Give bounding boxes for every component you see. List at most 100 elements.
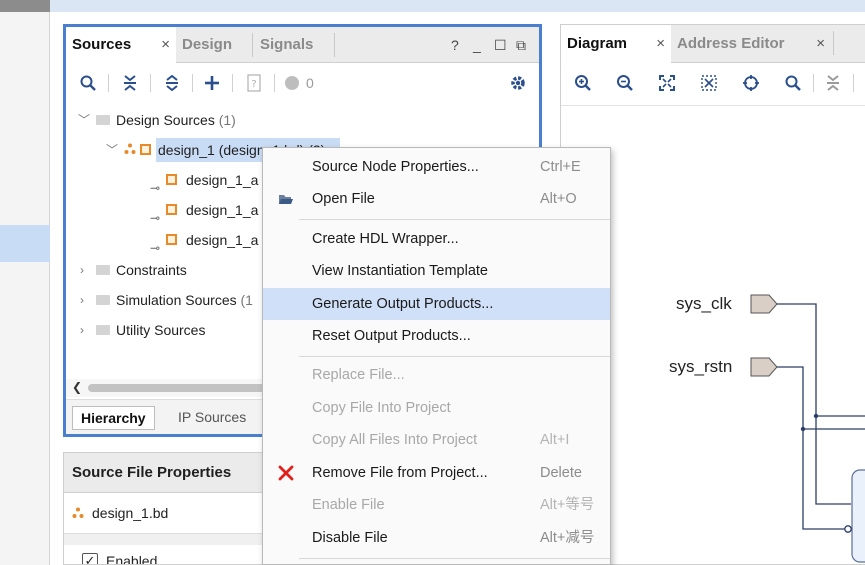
collapse-all-icon[interactable] xyxy=(821,71,845,95)
center-icon[interactable] xyxy=(739,71,763,95)
zoom-in-icon[interactable] xyxy=(571,71,595,95)
scroll-left-icon[interactable]: ❮ xyxy=(72,380,82,394)
tab-signals[interactable]: Signals xyxy=(254,27,334,63)
menu-item-label: Copy All Files Into Project xyxy=(312,432,478,448)
ip-icon xyxy=(166,234,177,245)
menu-item-copy-file-into-project[interactable]: Copy File Into Project xyxy=(263,392,610,424)
sidebar-selected-item[interactable] xyxy=(0,225,50,262)
ip-icon xyxy=(166,174,177,185)
tab-hierarchy[interactable]: Hierarchy xyxy=(72,406,155,430)
menu-item-generate-output-products[interactable]: Generate Output Products... xyxy=(263,288,610,320)
context-menu: Source Node Properties... Ctrl+E Open Fi… xyxy=(262,147,611,565)
tree-label: design_1_a xyxy=(186,202,259,218)
expand-all-icon[interactable] xyxy=(160,71,184,95)
tree-item-design-sources[interactable]: ﹀ Design Sources (1) xyxy=(66,105,539,135)
block-design-icon xyxy=(72,507,84,518)
checkbox-icon[interactable]: ✓ xyxy=(82,553,98,564)
menu-item-label: Create HDL Wrapper... xyxy=(312,231,459,247)
menu-item-create-hdl-wrapper[interactable]: Create HDL Wrapper... xyxy=(263,223,610,255)
menu-item-label: Open File xyxy=(312,191,375,207)
menu-item-disable-file[interactable]: Disable File Alt+减号 xyxy=(263,522,610,554)
menu-separator xyxy=(299,219,610,220)
maximize-icon[interactable]: ☐ xyxy=(494,27,507,63)
enabled-checkbox[interactable]: ✓ Enabled xyxy=(82,551,157,564)
diagram-tabbar: Diagram × Address Editor × xyxy=(561,25,865,63)
zoom-selection-icon[interactable] xyxy=(697,71,721,95)
scrollbar-thumb[interactable] xyxy=(88,384,268,392)
flow-navigator-sidebar[interactable] xyxy=(0,12,50,565)
tab-sources[interactable]: Sources × xyxy=(66,27,176,64)
tree-label-text: Simulation Sources xyxy=(116,292,237,308)
tab-address-editor[interactable]: Address Editor × xyxy=(671,25,831,63)
chevron-down-icon[interactable]: ﹀ xyxy=(106,135,118,165)
close-icon[interactable]: × xyxy=(816,25,825,63)
tab-signals-label: Signals xyxy=(260,36,314,53)
search-icon[interactable] xyxy=(781,71,805,95)
menu-item-label: Enable File xyxy=(312,497,385,513)
toolbar-separator xyxy=(232,74,233,92)
minimize-icon[interactable]: _ xyxy=(473,27,481,63)
tree-label-text: Design Sources xyxy=(116,112,215,128)
panel-divider xyxy=(64,533,264,545)
zoom-fit-icon[interactable] xyxy=(655,71,679,95)
tab-separator xyxy=(252,33,253,57)
menu-item-open-file[interactable]: Open File Alt+O xyxy=(263,183,610,215)
menu-item-replace-file[interactable]: Replace File... xyxy=(263,359,610,391)
chevron-down-icon[interactable]: ﹀ xyxy=(78,105,90,135)
chevron-right-icon[interactable]: › xyxy=(80,315,84,345)
ip-icon xyxy=(166,204,177,215)
tab-ip-sources[interactable]: IP Sources xyxy=(170,406,254,430)
tree-count: (1) xyxy=(218,112,236,128)
ip-icon xyxy=(140,144,151,155)
menu-item-shortcut: Delete xyxy=(540,465,582,481)
toolbar-separator xyxy=(150,74,151,92)
menu-item-remove-file-from-project[interactable]: Remove File from Project... Delete xyxy=(263,457,610,489)
gear-icon[interactable] xyxy=(506,71,530,95)
menu-item-label: Reset Output Products... xyxy=(312,328,471,344)
add-sources-icon[interactable] xyxy=(200,71,224,95)
close-icon[interactable]: × xyxy=(656,25,665,63)
menu-item-label: Disable File xyxy=(312,530,388,546)
ip-block[interactable] xyxy=(851,469,865,563)
open-folder-icon xyxy=(276,183,296,218)
tab-diagram[interactable]: Diagram × xyxy=(561,25,671,63)
search-icon[interactable] xyxy=(76,71,100,95)
inverted-pin xyxy=(844,525,852,533)
chevron-right-icon[interactable]: › xyxy=(80,255,84,285)
port-sys-rstn[interactable] xyxy=(750,357,778,377)
menu-item-view-instantiation-template[interactable]: View Instantiation Template xyxy=(263,255,610,287)
menu-item-label: Copy File Into Project xyxy=(312,400,451,416)
wire-sys-rstn xyxy=(777,366,845,530)
source-file-properties-panel: Source File Properties design_1.bd ✓ Ena… xyxy=(63,452,265,565)
diagram-toolbar xyxy=(561,64,865,102)
menu-item-label: Remove File from Project... xyxy=(312,465,488,481)
circle-icon xyxy=(285,76,299,90)
chevron-right-icon[interactable]: › xyxy=(80,285,84,315)
tree-label: Simulation Sources (1 xyxy=(116,285,253,315)
block-design-icon xyxy=(124,143,136,154)
wire-junction xyxy=(813,413,819,419)
status-indicator: 0 xyxy=(284,71,324,95)
menu-item-copy-all-files-into-project[interactable]: Copy All Files Into Project Alt+I xyxy=(263,424,610,456)
menu-item-reset-output-products[interactable]: Reset Output Products... xyxy=(263,320,610,352)
tree-label: Design Sources (1) xyxy=(116,105,236,135)
collapse-all-icon[interactable] xyxy=(118,71,142,95)
sources-tabbar: Sources × Design Signals ? _ ☐ ⧉ xyxy=(66,27,539,64)
tab-design[interactable]: Design xyxy=(176,27,252,63)
sources-toolbar: ? 0 xyxy=(66,64,539,102)
menu-item-shortcut: Alt+等号 xyxy=(540,497,595,513)
menu-item-enable-file[interactable]: Enable File Alt+等号 xyxy=(263,489,610,521)
zoom-out-icon[interactable] xyxy=(613,71,637,95)
folder-icon xyxy=(96,295,110,305)
menu-item-source-node-properties[interactable]: Source Node Properties... Ctrl+E xyxy=(263,151,610,183)
close-icon[interactable]: × xyxy=(161,27,170,63)
folder-icon xyxy=(96,265,110,275)
help-icon[interactable]: ? xyxy=(451,27,459,63)
unknown-file-icon[interactable]: ? xyxy=(242,71,266,95)
tab-diagram-label: Diagram xyxy=(567,35,628,52)
port-sys-clk[interactable] xyxy=(750,294,778,314)
float-icon[interactable]: ⧉ xyxy=(516,27,526,63)
menu-item-label: Source Node Properties... xyxy=(312,159,479,175)
tree-label: design_1_a xyxy=(186,172,259,188)
top-strip-dark xyxy=(0,0,50,12)
